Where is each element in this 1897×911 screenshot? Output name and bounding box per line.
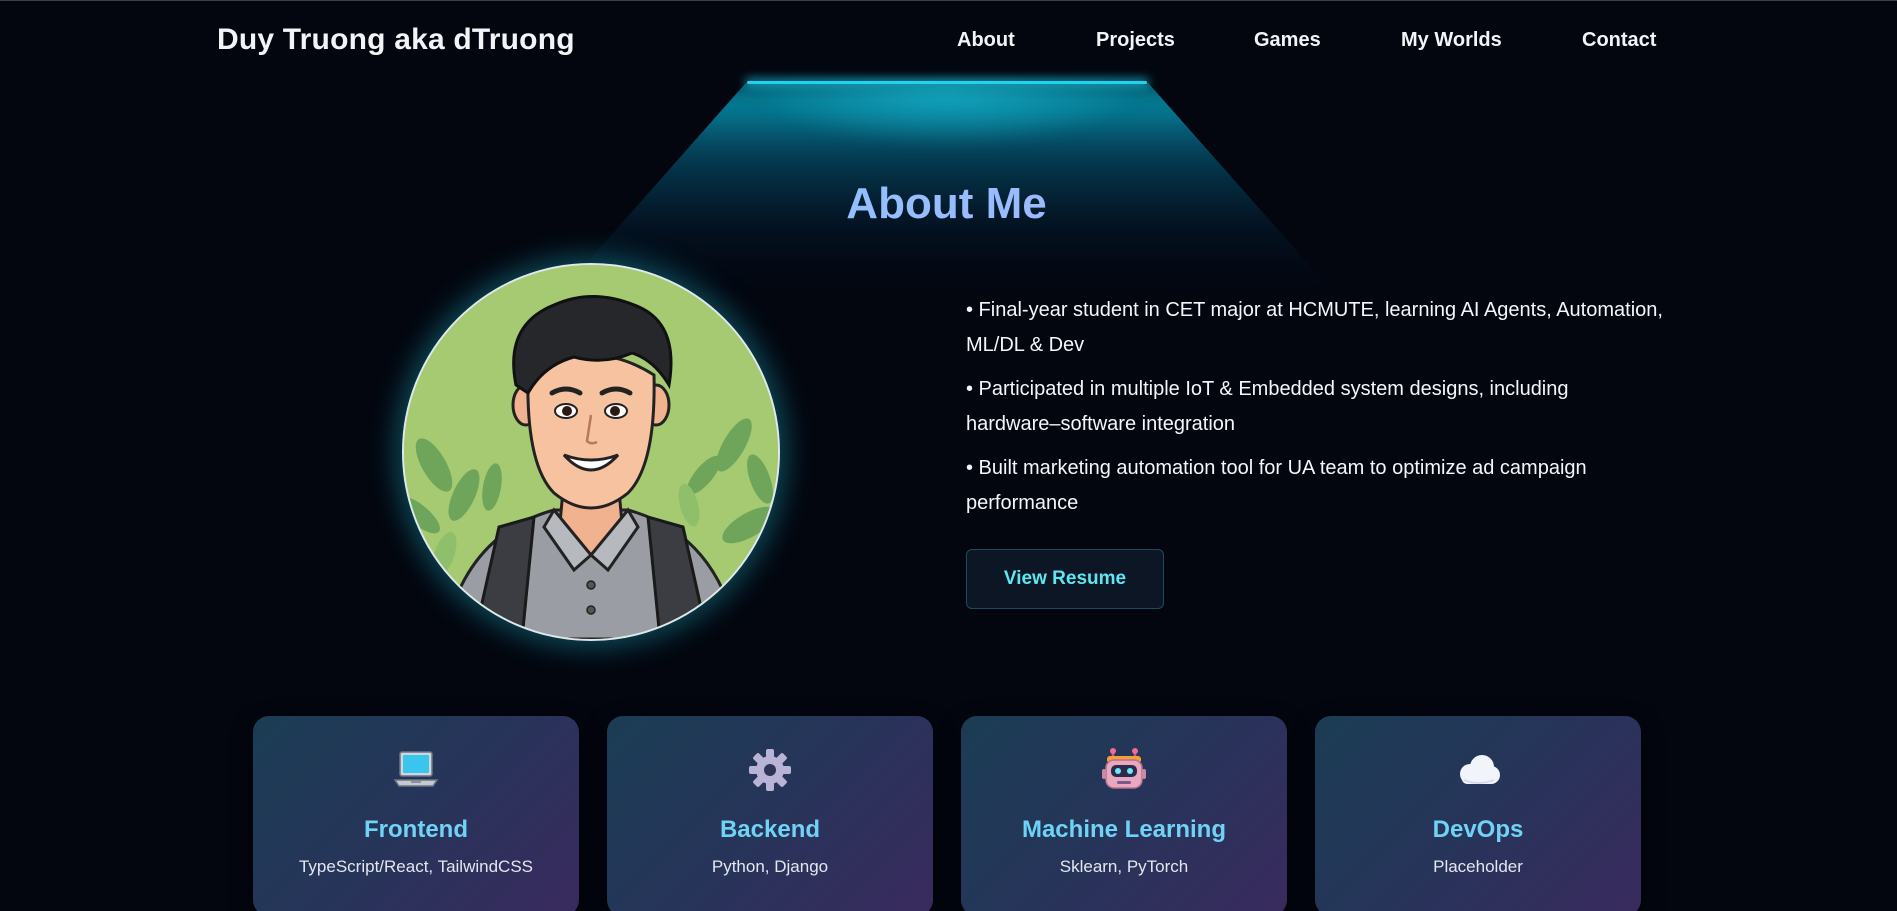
skill-title: Backend bbox=[719, 816, 821, 843]
cloud-icon bbox=[1315, 746, 1641, 794]
about-bullets: • Final-year student in CET major at HCM… bbox=[966, 293, 1666, 530]
section-title: About Me bbox=[0, 179, 1893, 229]
skill-card-frontend[interactable]: Frontend TypeScript/React, TailwindCSS bbox=[253, 716, 579, 911]
nav-games[interactable]: Games bbox=[1254, 29, 1321, 52]
skill-title: Frontend bbox=[364, 816, 468, 843]
skill-card-backend[interactable]: Backend Python, Django bbox=[607, 716, 933, 911]
robot-icon bbox=[961, 746, 1287, 794]
skill-title: Machine Learning bbox=[1021, 816, 1227, 843]
spotlight-glow bbox=[760, 85, 1134, 145]
gear-icon bbox=[607, 746, 933, 794]
avatar bbox=[402, 263, 780, 641]
about-bullet: • Built marketing automation tool for UA… bbox=[966, 457, 1587, 514]
skill-desc: Sklearn, PyTorch bbox=[1059, 857, 1189, 876]
spotlight-bar bbox=[747, 81, 1147, 84]
view-resume-button[interactable]: View Resume bbox=[966, 549, 1164, 609]
skill-desc: Placeholder bbox=[1433, 857, 1523, 876]
skill-desc: Python, Django bbox=[711, 857, 829, 876]
about-bullet: • Participated in multiple IoT & Embedde… bbox=[966, 378, 1569, 435]
avatar-illustration bbox=[404, 265, 778, 639]
about-bullet: • Final-year student in CET major at HCM… bbox=[966, 299, 1663, 356]
laptop-icon bbox=[253, 746, 579, 794]
about-page: Duy Truong aka dTruong About Projects Ga… bbox=[0, 0, 1897, 911]
nav-my-worlds[interactable]: My Worlds bbox=[1401, 29, 1502, 52]
skill-desc: TypeScript/React, TailwindCSS bbox=[298, 857, 533, 876]
skill-card-devops[interactable]: DevOps Placeholder bbox=[1315, 716, 1641, 911]
skill-card-machine-learning[interactable]: Machine Learning Sklearn, PyTorch bbox=[961, 716, 1287, 911]
nav-about[interactable]: About bbox=[957, 29, 1015, 52]
main-nav: About Projects Games My Worlds Contact bbox=[0, 29, 1897, 59]
nav-contact[interactable]: Contact bbox=[1582, 29, 1656, 52]
skill-title: DevOps bbox=[1432, 816, 1524, 843]
nav-projects[interactable]: Projects bbox=[1096, 29, 1175, 52]
